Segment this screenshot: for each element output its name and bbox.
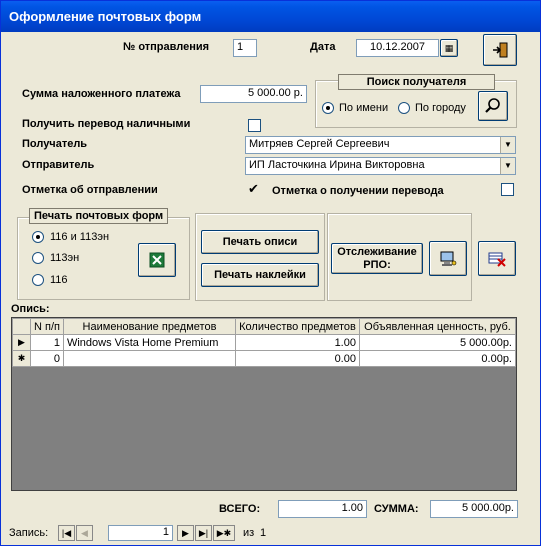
sender-label: Отправитель bbox=[22, 159, 95, 171]
column-header-value[interactable]: Объявленная ценность, руб. bbox=[358, 318, 517, 335]
print-inventory-button[interactable]: Печать описи bbox=[201, 230, 319, 254]
search-by-city-radio[interactable] bbox=[398, 102, 410, 114]
total-qty-field: 1.00 bbox=[278, 500, 367, 518]
sent-mark-label: Отметка об отправлении bbox=[22, 184, 158, 196]
record-nav-label: Запись: bbox=[9, 527, 49, 539]
first-record-icon: |◀ bbox=[61, 528, 72, 538]
cell-qty[interactable]: 0.00 bbox=[234, 350, 360, 367]
next-record-button[interactable]: ▶ bbox=[177, 525, 194, 541]
last-record-button[interactable]: ▶| bbox=[195, 525, 212, 541]
form-option-116-113en-label: 116 и 113эн bbox=[50, 231, 110, 243]
search-button[interactable] bbox=[478, 91, 508, 121]
exit-button[interactable] bbox=[483, 34, 517, 66]
previous-record-button[interactable]: ◀ bbox=[76, 525, 93, 541]
table-row[interactable]: ▶ 1 Windows Vista Home Premium 1.00 5 00… bbox=[12, 334, 517, 351]
calendar-icon: ▦ bbox=[444, 42, 454, 53]
search-by-name-label: По имени bbox=[339, 102, 389, 114]
record-total: 1 bbox=[260, 527, 267, 539]
print-buttons-frame bbox=[195, 213, 325, 301]
search-icon bbox=[485, 98, 500, 113]
sender-value: ИП Ласточкина Ирина Викторовна bbox=[249, 159, 425, 171]
chevron-down-icon[interactable]: ▼ bbox=[500, 158, 515, 174]
inventory-table: N п/п Наименование предметов Количество … bbox=[12, 318, 517, 367]
form-option-113en-label: 113эн bbox=[50, 252, 80, 264]
cod-amount-field[interactable]: 5 000.00 р. bbox=[200, 85, 307, 103]
sender-combo[interactable]: ИП Ласточкина Ирина Викторовна ▼ bbox=[245, 157, 516, 175]
window: Оформление почтовых форм № отправления 1… bbox=[0, 0, 541, 546]
sum-label: СУММА: bbox=[374, 503, 419, 515]
cash-transfer-checkbox[interactable] bbox=[248, 119, 261, 132]
excel-export-button[interactable] bbox=[138, 243, 176, 277]
search-by-name-radio[interactable] bbox=[322, 102, 334, 114]
inventory-label: Опись: bbox=[11, 303, 50, 315]
inventory-datasheet: N п/п Наименование предметов Количество … bbox=[11, 317, 517, 491]
exit-door-icon bbox=[493, 42, 508, 58]
last-record-icon: ▶| bbox=[198, 528, 209, 538]
form-option-116-radio[interactable] bbox=[32, 274, 44, 286]
shipment-no-label: № отправления bbox=[123, 41, 210, 53]
computer-icon bbox=[440, 251, 457, 266]
shipment-no-field[interactable]: 1 bbox=[233, 39, 257, 57]
print-stickers-button[interactable]: Печать наклейки bbox=[201, 263, 319, 287]
total-label: ВСЕГО: bbox=[219, 503, 261, 515]
recipient-combo[interactable]: Митряев Сергей Сергеевич ▼ bbox=[245, 136, 516, 154]
print-forms-title: Печать почтовых форм bbox=[29, 208, 169, 224]
first-record-button[interactable]: |◀ bbox=[58, 525, 75, 541]
cell-name[interactable]: Windows Vista Home Premium bbox=[62, 334, 236, 351]
current-record-field[interactable]: 1 bbox=[108, 525, 173, 541]
date-field[interactable]: 10.12.2007 bbox=[356, 39, 439, 57]
sum-field: 5 000.00р. bbox=[430, 500, 518, 518]
new-record-icon: ▶✱ bbox=[216, 528, 232, 538]
inventory-header-row: N п/п Наименование предметов Количество … bbox=[12, 318, 517, 335]
cell-value[interactable]: 0.00р. bbox=[358, 350, 517, 367]
cell-n[interactable]: 0 bbox=[30, 350, 64, 367]
new-record-button[interactable]: ▶✱ bbox=[213, 525, 235, 541]
delete-record-icon bbox=[488, 252, 506, 267]
cell-value[interactable]: 5 000.00р. bbox=[358, 334, 517, 351]
cell-qty[interactable]: 1.00 bbox=[234, 334, 360, 351]
column-header-name[interactable]: Наименование предметов bbox=[62, 318, 236, 335]
received-mark-label: Отметка о получении перевода bbox=[272, 185, 444, 197]
chevron-down-icon[interactable]: ▼ bbox=[500, 137, 515, 153]
search-by-city-label: По городу bbox=[415, 102, 466, 114]
column-header-n[interactable]: N п/п bbox=[30, 318, 64, 335]
row-new-marker[interactable]: ✱ bbox=[12, 350, 31, 367]
date-label: Дата bbox=[310, 41, 336, 53]
sent-mark-checkbox[interactable]: ✔ bbox=[247, 182, 260, 195]
form-body: № отправления 1 Дата 10.12.2007 ▦ Сумма … bbox=[5, 32, 536, 543]
cash-transfer-label: Получить перевод наличными bbox=[22, 118, 191, 130]
column-header-qty[interactable]: Количество предметов bbox=[234, 318, 360, 335]
form-option-113en-radio[interactable] bbox=[32, 252, 44, 264]
tracking-button[interactable]: Отслеживание РПО: bbox=[331, 243, 423, 274]
clear-form-button[interactable] bbox=[478, 241, 516, 276]
row-selector-header[interactable] bbox=[12, 318, 31, 335]
received-mark-checkbox[interactable] bbox=[501, 183, 514, 196]
recipient-label: Получатель bbox=[22, 138, 88, 150]
tracking-lookup-button[interactable] bbox=[429, 241, 467, 276]
form-option-116-label: 116 bbox=[50, 274, 68, 286]
table-row-new[interactable]: ✱ 0 0.00 0.00р. bbox=[12, 350, 517, 367]
recipient-value: Митряев Сергей Сергеевич bbox=[249, 138, 390, 150]
record-of-label: из bbox=[243, 527, 255, 539]
search-recipient-title: Поиск получателя bbox=[338, 74, 495, 90]
form-option-116-113en-radio[interactable] bbox=[32, 231, 44, 243]
calendar-button[interactable]: ▦ bbox=[440, 39, 458, 57]
excel-icon bbox=[149, 252, 165, 268]
cell-n[interactable]: 1 bbox=[30, 334, 64, 351]
previous-record-icon: ◀ bbox=[81, 528, 88, 538]
cell-name[interactable] bbox=[62, 350, 236, 367]
next-record-icon: ▶ bbox=[182, 528, 189, 538]
cod-label: Сумма наложенного платежа bbox=[22, 88, 181, 100]
row-current-marker[interactable]: ▶ bbox=[12, 334, 31, 351]
window-title: Оформление почтовых форм bbox=[1, 1, 540, 32]
